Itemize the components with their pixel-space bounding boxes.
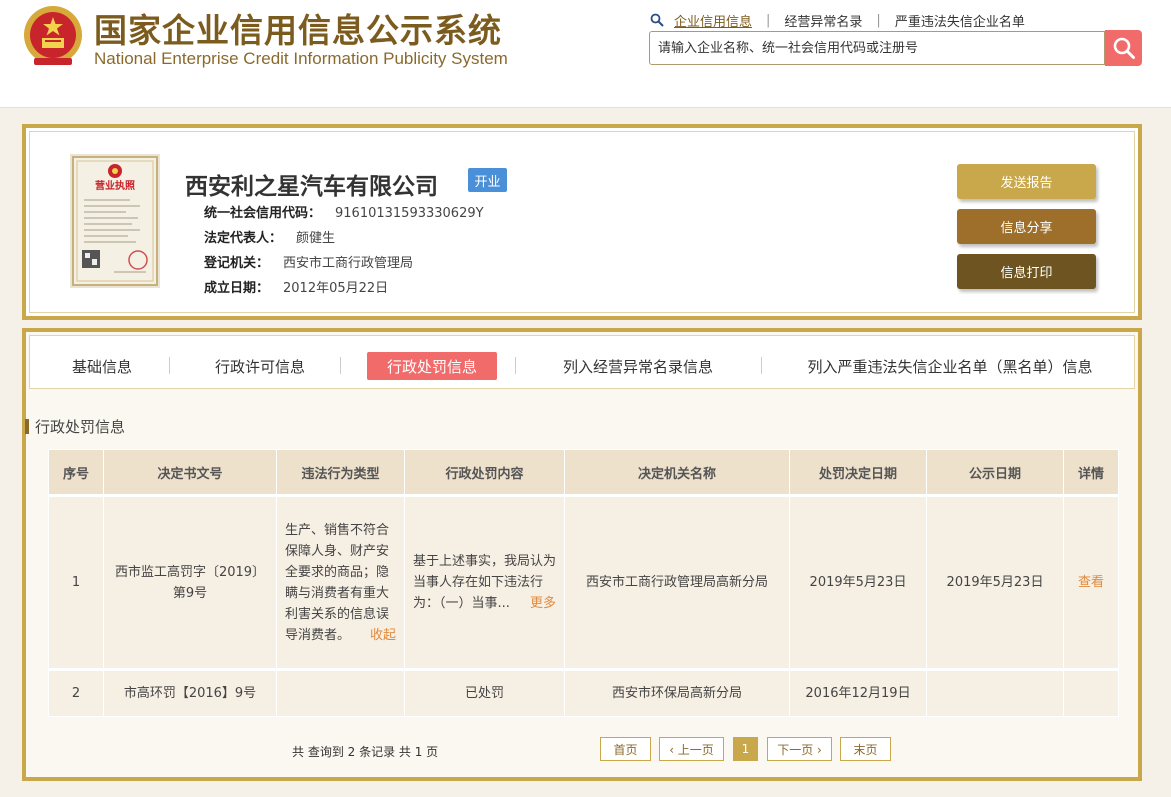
site-title-cn: 国家企业信用信息公示系统	[94, 11, 502, 50]
next-page-button[interactable]: 下一页 ›	[767, 737, 832, 761]
establish-date-row: 成立日期： 2012年05月22日	[204, 277, 388, 296]
share-info-button[interactable]: 信息分享	[957, 209, 1096, 244]
print-info-button[interactable]: 信息打印	[957, 254, 1096, 289]
cell-no: 1	[48, 494, 104, 670]
col-header-type: 违法行为类型	[276, 449, 405, 496]
table-header-row: 序号 决定书文号 违法行为类型 行政处罚内容 决定机关名称 处罚决定日期 公示日…	[48, 449, 1119, 496]
credit-code-value: 91610131593330629Y	[335, 206, 484, 221]
cell-content: 已处罚	[404, 668, 565, 717]
magnifier-icon	[650, 13, 664, 27]
current-page-button[interactable]: 1	[733, 737, 758, 761]
cell-doc: 市高环罚【2016】9号	[103, 668, 277, 717]
establish-date-label: 成立日期：	[204, 281, 270, 296]
license-caption: 营业执照	[95, 179, 135, 192]
section-marker	[25, 419, 29, 434]
establish-date-value: 2012年05月22日	[283, 281, 389, 296]
site-header: 国家企业信用信息公示系统 National Enterprise Credit …	[0, 0, 1171, 108]
last-page-button[interactable]: 末页	[840, 737, 891, 761]
more-link[interactable]: 更多	[530, 593, 556, 614]
cell-authority: 西安市环保局高新分局	[564, 668, 790, 717]
tab-basic-info[interactable]: 基础信息	[52, 352, 152, 380]
cell-decision-date: 2016年12月19日	[789, 668, 927, 717]
tab-divider	[340, 357, 341, 374]
col-header-publish-date: 公示日期	[926, 449, 1064, 496]
tab-admin-penalty[interactable]: 行政处罚信息	[367, 352, 497, 380]
cell-decision-date: 2019年5月23日	[789, 494, 927, 670]
col-header-decision-date: 处罚决定日期	[789, 449, 927, 496]
cell-authority: 西安市工商行政管理局高新分局	[564, 494, 790, 670]
first-page-button[interactable]: 首页	[600, 737, 651, 761]
cell-type	[276, 668, 405, 717]
table-row: 1 西市监工高罚字〔2019〕第9号 生产、销售不符合保障人身、财产安全要求的商…	[48, 494, 1119, 670]
registration-authority-row: 登记机关： 西安市工商行政管理局	[204, 252, 413, 271]
legal-rep-row: 法定代表人： 颜健生	[204, 227, 335, 246]
legal-rep-label: 法定代表人：	[204, 231, 283, 246]
nav-link-credit-info[interactable]: 企业信用信息	[674, 11, 752, 30]
tab-divider	[761, 357, 762, 374]
nav-divider: |	[766, 12, 771, 28]
cell-detail	[1063, 668, 1119, 717]
nav-link-blacklist[interactable]: 严重违法失信企业名单	[895, 11, 1025, 30]
col-header-detail: 详情	[1063, 449, 1119, 496]
search-button[interactable]	[1105, 30, 1142, 66]
cell-type: 生产、销售不符合保障人身、财产安全要求的商品；隐瞒与消费者有重大利害关系的信息误…	[276, 494, 405, 670]
nav-divider: |	[876, 12, 881, 28]
cell-no: 2	[48, 668, 104, 717]
send-report-button[interactable]: 发送报告	[957, 164, 1096, 199]
col-header-authority: 决定机关名称	[564, 449, 790, 496]
tab-blacklist[interactable]: 列入严重违法失信企业名单（黑名单）信息	[790, 352, 1110, 380]
cell-content: 基于上述事实，我局认为当事人存在如下违法行为：（一）当事... 更多	[404, 494, 565, 670]
tab-admin-license[interactable]: 行政许可信息	[200, 352, 320, 380]
tab-bar: 基础信息 行政许可信息 行政处罚信息 列入经营异常名录信息 列入严重违法失信企业…	[29, 335, 1135, 389]
tab-divider	[169, 357, 170, 374]
business-license-image[interactable]: 营业执照	[70, 154, 160, 288]
legal-rep-value: 颜健生	[296, 231, 336, 246]
pagination-summary: 共 查询到 2 条记录 共 1 页	[292, 745, 439, 759]
prev-page-button[interactable]: ‹ 上一页	[659, 737, 724, 761]
view-detail-link[interactable]: 查看	[1078, 575, 1104, 590]
col-header-content: 行政处罚内容	[404, 449, 565, 496]
section-title: 行政处罚信息	[35, 418, 126, 436]
registration-authority-label: 登记机关：	[204, 256, 270, 271]
tab-divider	[515, 357, 516, 374]
credit-code-label: 统一社会信用代码：	[204, 206, 322, 221]
tab-abnormal-list[interactable]: 列入经营异常名录信息	[550, 352, 726, 380]
col-header-no: 序号	[48, 449, 104, 496]
company-name: 西安利之星汽车有限公司	[185, 174, 438, 200]
cell-detail: 查看	[1063, 494, 1119, 670]
collapse-link[interactable]: 收起	[370, 625, 396, 646]
registration-authority-value: 西安市工商行政管理局	[283, 256, 414, 271]
status-badge: 开业	[468, 168, 507, 192]
cell-doc: 西市监工高罚字〔2019〕第9号	[103, 494, 277, 670]
site-title-en: National Enterprise Credit Information P…	[94, 49, 508, 68]
penalty-table: 序号 决定书文号 违法行为类型 行政处罚内容 决定机关名称 处罚决定日期 公示日…	[48, 449, 1119, 717]
nav-link-abnormal-list[interactable]: 经营异常名录	[784, 11, 862, 30]
search-icon	[1113, 37, 1135, 59]
national-emblem-icon	[24, 6, 82, 65]
cell-publish-date: 2019年5月23日	[926, 494, 1064, 670]
credit-code-row: 统一社会信用代码： 91610131593330629Y	[204, 202, 484, 221]
company-panel: 营业执照 西安利之星汽车有限公司 开业 统一社会信用代码： 91610131593…	[22, 124, 1142, 320]
table-row: 2 市高环罚【2016】9号 已处罚 西安市环保局高新分局 2016年12月19…	[48, 668, 1119, 717]
search-input[interactable]	[649, 31, 1105, 65]
top-nav: 企业信用信息 | 经营异常名录 | 严重违法失信企业名单	[650, 11, 1025, 30]
col-header-doc: 决定书文号	[103, 449, 277, 496]
cell-publish-date	[926, 668, 1064, 717]
